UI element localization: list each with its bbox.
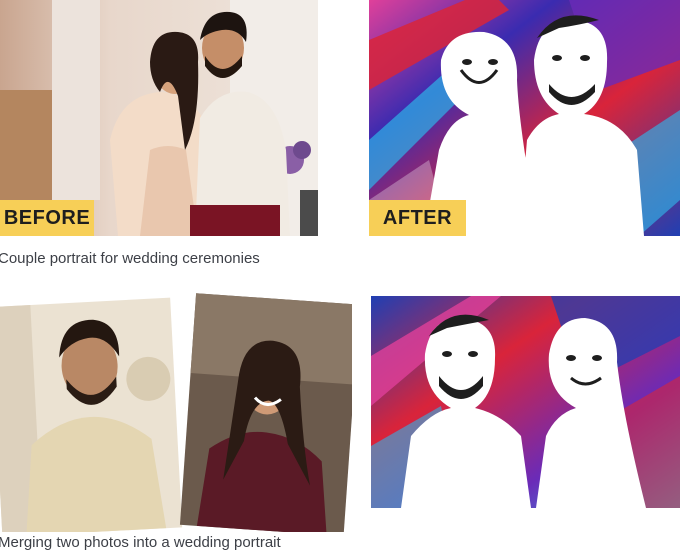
after-art-merged: [371, 296, 680, 508]
before-badge: BEFORE: [0, 200, 94, 236]
caption-couple-portrait: Couple portrait for wedding ceremonies: [0, 250, 260, 267]
caption-merging-photos: Merging two photos into a wedding portra…: [0, 534, 281, 551]
before-photos-collage: [0, 292, 352, 532]
after-badge: AFTER: [369, 200, 466, 236]
